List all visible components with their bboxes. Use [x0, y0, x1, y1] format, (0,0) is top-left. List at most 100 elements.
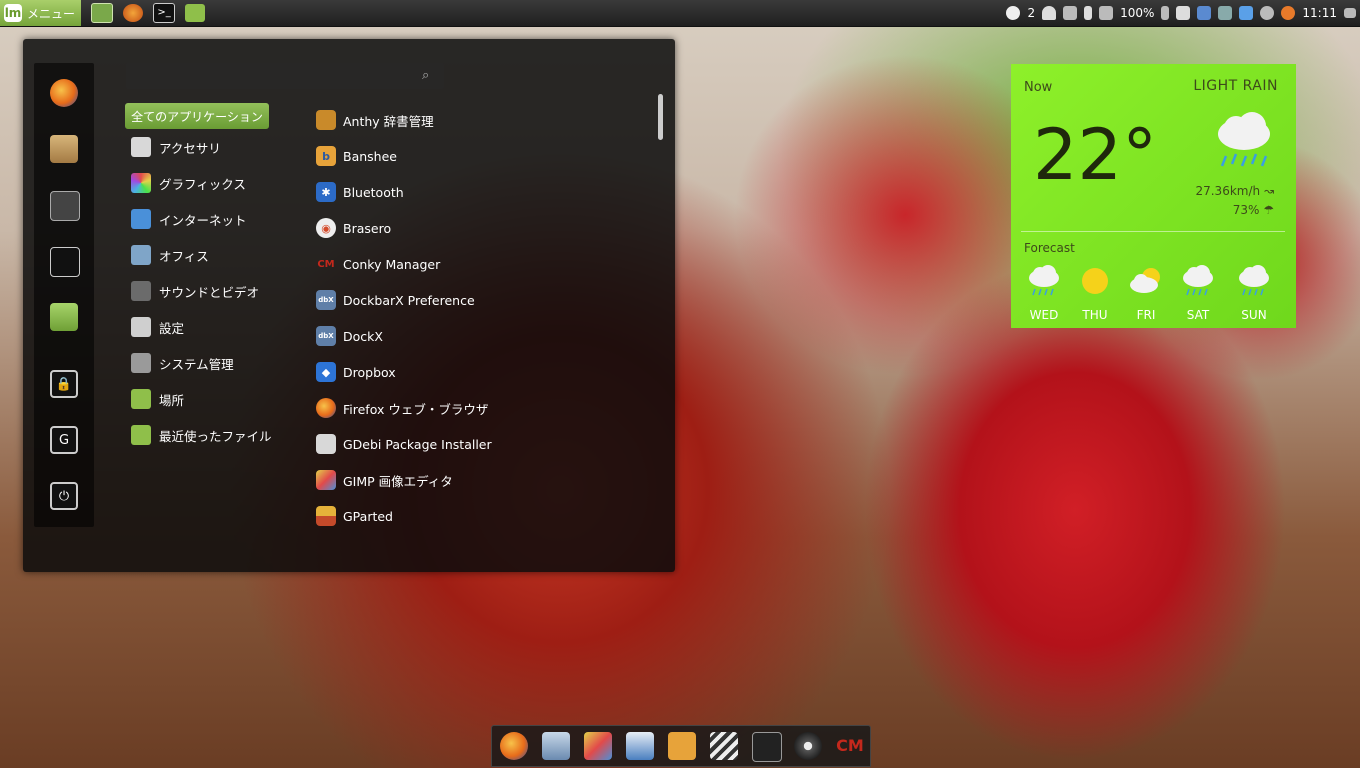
- logout-icon[interactable]: G: [50, 426, 78, 454]
- user-icon[interactable]: [1042, 6, 1057, 20]
- app-gdebi[interactable]: GDebi Package Installer: [316, 432, 492, 456]
- all-applications-button[interactable]: 全てのアプリケーション: [125, 103, 269, 129]
- app-label: DockbarX Preference: [343, 292, 475, 308]
- favorite-firefox-icon[interactable]: [50, 79, 78, 107]
- category-places[interactable]: 場所: [131, 388, 184, 410]
- dock-system-monitor-icon[interactable]: [752, 732, 782, 762]
- favorite-terminal-icon[interactable]: [50, 247, 80, 277]
- dock-video-editor-icon[interactable]: [710, 732, 738, 760]
- display-icon[interactable]: [1218, 6, 1233, 20]
- app-label: Dropbox: [343, 364, 396, 380]
- category-label: 場所: [159, 392, 185, 408]
- show-desktop-icon[interactable]: [91, 3, 114, 23]
- main-menu-button[interactable]: lm メニュー: [0, 0, 82, 26]
- gparted-icon: [316, 506, 336, 526]
- lock-screen-icon[interactable]: 🔒: [50, 370, 78, 398]
- app-dockbarx-preference[interactable]: dbX DockbarX Preference: [316, 288, 475, 312]
- app-dockx[interactable]: dbX DockX: [316, 324, 383, 348]
- input-method-icon[interactable]: [1281, 6, 1296, 20]
- app-anthy[interactable]: Anthy 辞書管理: [316, 108, 434, 132]
- weather-widget: Now LIGHT RAIN 22° 27.36km/h ↝ 73% ☂ For…: [1011, 64, 1296, 328]
- dock-firefox-icon[interactable]: [500, 732, 528, 760]
- app-brasero[interactable]: ◉ Brasero: [316, 216, 391, 240]
- app-firefox[interactable]: Firefox ウェブ・ブラウザ: [316, 396, 488, 420]
- app-conky-manager[interactable]: CM Conky Manager: [316, 252, 440, 276]
- forecast-label: Forecast: [1024, 241, 1075, 255]
- bluetooth-tray-icon[interactable]: [1084, 6, 1093, 20]
- app-dropbox[interactable]: ◆ Dropbox: [316, 360, 396, 384]
- search-input[interactable]: [126, 63, 444, 89]
- removable-drive-icon[interactable]: [1176, 6, 1191, 20]
- app-label: DockX: [343, 328, 383, 344]
- favorite-control-center-icon[interactable]: [50, 191, 80, 221]
- app-label: Bluetooth: [343, 184, 404, 200]
- gdebi-icon: [316, 434, 336, 454]
- umbrella-icon: ☂: [1263, 203, 1274, 217]
- favorites-strip: 🔒 G ⏻: [34, 63, 94, 527]
- forecast-day-label: SUN: [1241, 308, 1267, 322]
- app-list-scrollbar[interactable]: [658, 94, 663, 140]
- settings-icon: [131, 317, 151, 337]
- category-label: アクセサリ: [159, 140, 221, 156]
- app-bluetooth[interactable]: ✱ Bluetooth: [316, 180, 404, 204]
- dock-gimp-icon[interactable]: [584, 732, 612, 760]
- weather-divider: [1021, 231, 1285, 232]
- current-temperature: 22°: [1033, 114, 1158, 196]
- category-label: 設定: [159, 320, 185, 336]
- app-label: Brasero: [343, 220, 392, 236]
- anthy-icon: [316, 110, 336, 130]
- network-wired-icon[interactable]: [1161, 6, 1170, 20]
- dock-banshee-icon[interactable]: [668, 732, 696, 760]
- forecast-day: SAT: [1173, 264, 1223, 322]
- category-label: 最近使ったファイル: [159, 428, 272, 444]
- notification-count: 2: [1027, 6, 1036, 20]
- gimp-icon: [316, 470, 336, 490]
- category-label: インターネット: [159, 212, 247, 228]
- dock-brasero-icon[interactable]: [794, 732, 822, 760]
- category-recent-files[interactable]: 最近使ったファイル: [131, 424, 272, 446]
- light-rain-icon: [1218, 112, 1270, 167]
- category-settings[interactable]: 設定: [131, 316, 184, 338]
- dock-mail-icon[interactable]: [542, 732, 570, 760]
- files-launcher-icon[interactable]: [185, 4, 206, 22]
- workspace-icon[interactable]: [1344, 8, 1356, 18]
- forecast-day: WED: [1019, 264, 1069, 322]
- wind-icon: ↝: [1263, 184, 1274, 198]
- power-plug-icon[interactable]: [1099, 6, 1114, 20]
- favorite-software-manager-icon[interactable]: [50, 135, 78, 163]
- rain-icon: [1183, 265, 1213, 296]
- dock-document-viewer-icon[interactable]: [626, 732, 654, 760]
- notification-icon[interactable]: [1006, 6, 1021, 20]
- wind-value: 27.36km/h: [1195, 184, 1261, 198]
- terminal-launcher-icon[interactable]: >_: [153, 3, 176, 23]
- forecast-day-label: WED: [1029, 308, 1059, 322]
- now-label: Now: [1024, 80, 1053, 95]
- category-label: システム管理: [159, 356, 234, 372]
- screenshot-icon[interactable]: [1063, 6, 1078, 20]
- dock: CM: [491, 725, 871, 767]
- favorite-home-folder-icon[interactable]: [50, 303, 78, 331]
- category-accessories[interactable]: アクセサリ: [131, 136, 221, 158]
- office-icon: [131, 245, 151, 265]
- wind-speed: 27.36km/h ↝: [1195, 184, 1274, 198]
- category-sound-video[interactable]: サウンドとビデオ: [131, 280, 259, 302]
- update-shield-icon[interactable]: [1197, 6, 1212, 20]
- category-office[interactable]: オフィス: [131, 244, 209, 266]
- power-icon[interactable]: ⏻: [50, 482, 78, 510]
- sun-icon: [1082, 268, 1108, 294]
- recent-folder-icon: [131, 425, 151, 445]
- clock[interactable]: 11:11: [1302, 6, 1337, 20]
- category-administration[interactable]: システム管理: [131, 352, 234, 374]
- app-gimp[interactable]: GIMP 画像エディタ: [316, 468, 453, 492]
- app-gparted[interactable]: GParted: [316, 504, 393, 528]
- dock-conky-icon[interactable]: CM: [836, 732, 864, 760]
- dropbox-tray-icon[interactable]: [1239, 6, 1254, 20]
- mint-logo-icon: lm: [4, 4, 22, 22]
- category-internet[interactable]: インターネット: [131, 208, 247, 230]
- app-banshee[interactable]: b Banshee: [316, 144, 397, 168]
- firefox-launcher-icon[interactable]: [123, 4, 144, 22]
- wifi-icon[interactable]: [1260, 6, 1275, 20]
- search-icon: ⌕: [422, 68, 430, 83]
- bluetooth-icon: ✱: [316, 182, 336, 202]
- category-graphics[interactable]: グラフィックス: [131, 172, 246, 194]
